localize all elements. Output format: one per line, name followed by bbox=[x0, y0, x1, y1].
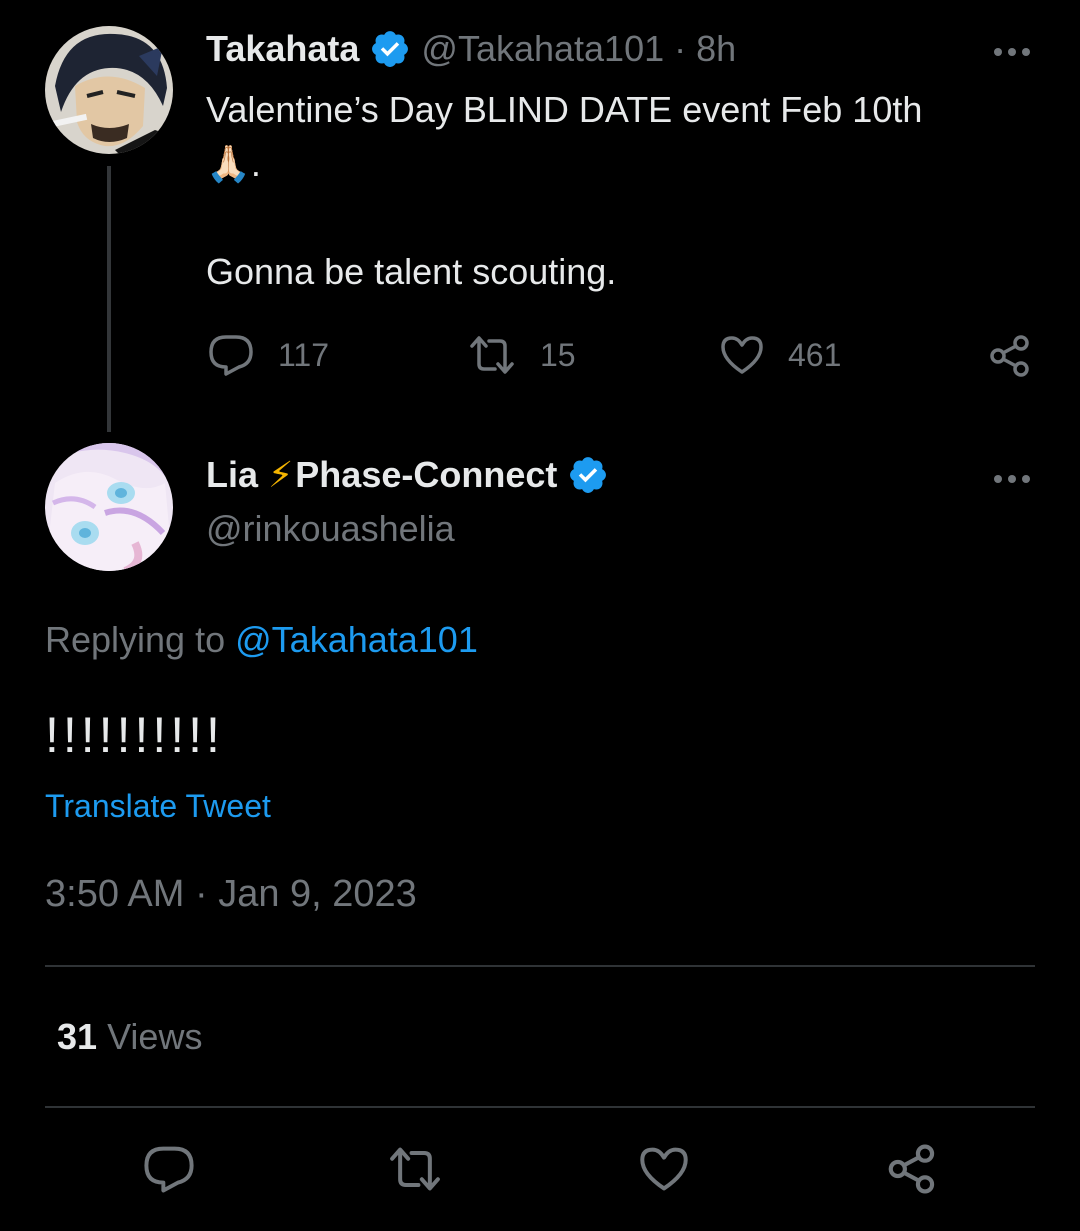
main-author-affiliation: Phase-Connect bbox=[295, 454, 558, 495]
takahata-avatar[interactable] bbox=[45, 26, 173, 154]
parent-retweet-action[interactable]: 15 bbox=[468, 334, 576, 376]
parent-author-name[interactable]: Takahata bbox=[206, 28, 359, 70]
retweet-icon bbox=[468, 334, 516, 376]
main-author-handle[interactable]: @rinkouashelia bbox=[206, 508, 455, 550]
thread-connector-line bbox=[107, 166, 111, 432]
heart-icon[interactable] bbox=[638, 1145, 690, 1193]
reply-count: 117 bbox=[278, 336, 330, 373]
reply-icon[interactable] bbox=[143, 1145, 195, 1193]
like-count: 461 bbox=[788, 336, 842, 373]
translate-tweet-link[interactable]: Translate Tweet bbox=[45, 788, 271, 825]
parent-like-action[interactable]: 461 bbox=[720, 334, 841, 376]
parent-tweet-age[interactable]: 8h bbox=[696, 28, 736, 70]
main-tweet-author[interactable]: Lia ⚡ Phase-Connect bbox=[206, 454, 609, 496]
verified-badge-icon bbox=[567, 454, 609, 496]
views-label: Views bbox=[107, 1016, 203, 1057]
parent-tweet-line-3: Gonna be talent scouting. bbox=[206, 251, 617, 292]
replying-to-line: Replying to @Takahata101 bbox=[45, 619, 478, 661]
retweet-count: 15 bbox=[540, 336, 576, 373]
views-count-line[interactable]: 31 Views bbox=[57, 1016, 202, 1058]
lightning-emoji: ⚡ bbox=[268, 454, 294, 495]
parent-tweet-header: Takahata @Takahata101 · 8h bbox=[206, 28, 736, 70]
reply-icon bbox=[208, 334, 254, 376]
main-author-name: Lia bbox=[206, 454, 259, 495]
divider-bottom bbox=[45, 1106, 1035, 1108]
replying-to-mention[interactable]: @Takahata101 bbox=[235, 619, 478, 660]
lia-avatar[interactable] bbox=[45, 443, 173, 571]
retweet-icon[interactable] bbox=[387, 1145, 443, 1193]
parent-tweet-line-1: Valentine’s Day BLIND DATE event Feb 10t… bbox=[206, 89, 923, 130]
tweet-timestamp[interactable]: 3:50 AM · Jan 9, 2023 bbox=[45, 873, 417, 916]
share-icon[interactable] bbox=[886, 1143, 938, 1195]
parent-tweet-line-2: 🙏🏻. bbox=[206, 143, 261, 184]
share-icon[interactable] bbox=[988, 334, 1032, 383]
divider-top bbox=[45, 965, 1035, 967]
views-count: 31 bbox=[57, 1016, 98, 1057]
verified-badge-icon bbox=[369, 28, 411, 70]
main-tweet-text: !!!!!!!!!! bbox=[45, 707, 224, 763]
more-horizontal-icon[interactable] bbox=[992, 45, 1032, 57]
replying-to-prefix: Replying to bbox=[45, 619, 226, 660]
header-separator: · bbox=[674, 28, 687, 69]
heart-icon bbox=[720, 334, 764, 376]
more-horizontal-icon[interactable] bbox=[992, 472, 1032, 484]
parent-reply-action[interactable]: 117 bbox=[208, 334, 329, 376]
parent-author-handle[interactable]: @Takahata101 bbox=[421, 28, 664, 70]
